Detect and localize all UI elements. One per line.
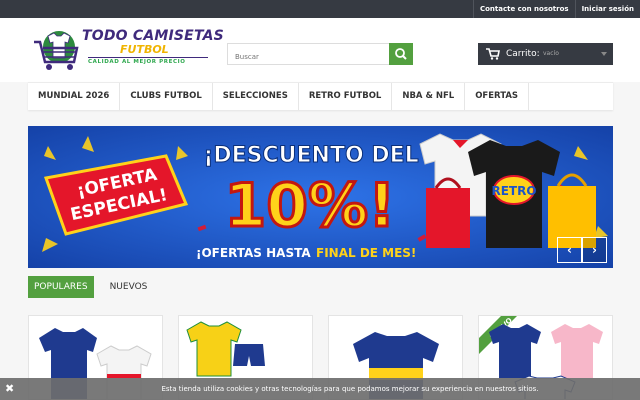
tab-populares[interactable]: POPULARES: [28, 276, 94, 298]
chevron-down-icon: [601, 52, 607, 56]
cookie-banner: ✖ Esta tienda utiliza cookies y otras te…: [0, 378, 640, 400]
header: TODO CAMISETAS FUTBOL CALIDAD AL MEJOR P…: [0, 18, 640, 82]
logo-tagline: CALIDAD AL MEJOR PRECIO: [88, 59, 186, 65]
carousel-arrows: ‹ ›: [557, 237, 607, 263]
footer-yellow-text: FINAL DE MES!: [316, 246, 416, 260]
top-links: Contacte con nosotros Iniciar sesión: [472, 0, 640, 18]
cart-button[interactable]: Carrito: vacío: [478, 43, 613, 65]
headline-text: ¡DESCUENTO DEL: [203, 143, 418, 168]
search-button[interactable]: [389, 43, 413, 65]
logo-line1: TODO CAMISETAS: [82, 28, 224, 44]
logo-cart-icon: [34, 31, 79, 70]
product-tabs: POPULARES NUEVOS: [28, 276, 163, 298]
chevron-right-icon[interactable]: ›: [582, 237, 607, 263]
footer-white-text: ¡OFERTAS HASTA: [196, 246, 311, 260]
contact-link[interactable]: Contacte con nosotros: [472, 0, 575, 18]
top-bar: Contacte con nosotros Iniciar sesión: [0, 0, 640, 18]
main-nav: MUNDIAL 2026 CLUBS FUTBOL SELECCIONES RE…: [28, 82, 613, 110]
nav-item-retro[interactable]: RETRO FUTBOL: [299, 83, 393, 110]
store-logo[interactable]: TODO CAMISETAS FUTBOL CALIDAD AL MEJOR P…: [30, 26, 224, 74]
percent-text: 10%!: [225, 171, 396, 241]
cookie-message: Esta tienda utiliza cookies y otras tecn…: [161, 385, 539, 393]
login-link[interactable]: Iniciar sesión: [574, 0, 640, 18]
shopping-cart-icon: [486, 48, 500, 60]
cart-label: Carrito:: [506, 49, 540, 59]
nav-item-nba-nfl[interactable]: NBA & NFL: [392, 83, 466, 110]
search-icon: [395, 48, 407, 60]
banner-graphic: ¡OFERTA ESPECIAL! ¡DESCUENTO DEL 10%! ¡O…: [28, 126, 613, 268]
shirt-logo-text: RETRO: [491, 184, 536, 198]
nav-item-mundial[interactable]: MUNDIAL 2026: [28, 83, 121, 110]
logo-line2: FUTBOL: [120, 43, 169, 56]
nav-item-clubs[interactable]: CLUBS FUTBOL: [120, 83, 213, 110]
search-input[interactable]: [228, 47, 388, 67]
search-box: [227, 43, 413, 67]
logo-divider: [88, 57, 208, 58]
red-bag-illustration: [426, 177, 470, 248]
cart-value: vacío: [543, 50, 559, 57]
chevron-left-icon[interactable]: ‹: [557, 237, 582, 263]
tab-nuevos[interactable]: NUEVOS: [104, 276, 154, 298]
nav-item-ofertas[interactable]: OFERTAS: [465, 83, 530, 110]
nav-item-selecciones[interactable]: SELECCIONES: [213, 83, 299, 110]
promo-banner[interactable]: ¡OFERTA ESPECIAL! ¡DESCUENTO DEL 10%! ¡O…: [28, 126, 613, 268]
